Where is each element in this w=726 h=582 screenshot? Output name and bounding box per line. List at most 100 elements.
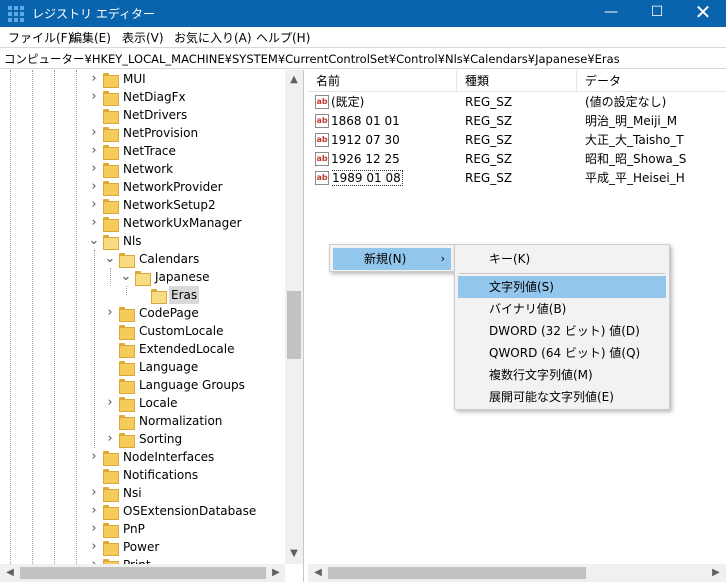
- value-row[interactable]: ab 1926 12 25 REG_SZ 昭和_昭_Showa_S: [308, 150, 726, 169]
- value-row[interactable]: ab 1989 01 08 REG_SZ 平成_平_Heisei_H: [308, 169, 726, 188]
- tree-item[interactable]: › PnP: [0, 520, 284, 538]
- tree-item-label: Nls: [123, 234, 142, 248]
- tree-item[interactable]: ⌄ Nls: [0, 232, 284, 250]
- tree-item[interactable]: ⌄ Japanese: [0, 268, 284, 286]
- tree-horizontal-scroll-thumb[interactable]: [20, 567, 266, 579]
- tree-item[interactable]: Normalization: [0, 412, 284, 430]
- submenu-item[interactable]: キー(K): [458, 248, 666, 270]
- value-row[interactable]: ab (既定) REG_SZ (値の設定なし): [308, 93, 726, 112]
- tree-collapsed-chevron-icon[interactable]: ›: [88, 143, 100, 159]
- tree-item-label: Power: [123, 540, 160, 554]
- tree-item-label: ExtendedLocale: [139, 342, 235, 356]
- tree-item-label: NetworkSetup2: [123, 198, 216, 212]
- menu-help[interactable]: ヘルプ(H): [256, 29, 310, 46]
- maximize-button[interactable]: ☐: [634, 0, 680, 27]
- tree-item[interactable]: ⌄ Calendars: [0, 250, 284, 268]
- tree-collapsed-chevron-icon[interactable]: ›: [88, 449, 100, 465]
- tree-item[interactable]: Language Groups: [0, 376, 284, 394]
- tree-item[interactable]: Language: [0, 358, 284, 376]
- registry-tree-pane[interactable]: › MUI › NetDiagFx NetDrivers › NetProvision › Ne…: [0, 70, 304, 582]
- tree-item[interactable]: Eras: [0, 286, 284, 304]
- submenu-item[interactable]: 複数行文字列値(M): [458, 364, 666, 386]
- tree-item[interactable]: › NetDiagFx: [0, 88, 284, 106]
- tree-collapsed-chevron-icon[interactable]: ›: [88, 197, 100, 213]
- menu-view[interactable]: 表示(V): [122, 29, 164, 46]
- scroll-left-arrow-icon[interactable]: ◀: [310, 564, 326, 582]
- tree-collapsed-chevron-icon[interactable]: ›: [88, 215, 100, 231]
- tree-collapsed-chevron-icon[interactable]: ›: [88, 71, 100, 87]
- address-path[interactable]: コンピューター¥HKEY_LOCAL_MACHINE¥SYSTEM¥Curren…: [4, 51, 620, 67]
- tree-item-label: NetworkUxManager: [123, 216, 242, 230]
- tree-expanded-chevron-icon[interactable]: ⌄: [88, 233, 100, 249]
- submenu-item[interactable]: DWORD (32 ビット) 値(D): [458, 320, 666, 342]
- scroll-right-arrow-icon[interactable]: ▶: [708, 564, 724, 582]
- column-header-name[interactable]: 名前: [308, 70, 457, 92]
- tree-collapsed-chevron-icon[interactable]: ›: [104, 395, 116, 411]
- tree-item[interactable]: › Sorting: [0, 430, 284, 448]
- tree-expanded-chevron-icon[interactable]: ⌄: [104, 251, 116, 267]
- scroll-down-arrow-icon[interactable]: ▼: [285, 546, 303, 562]
- value-type: REG_SZ: [465, 152, 513, 166]
- submenu-item[interactable]: QWORD (64 ビット) 値(Q): [458, 342, 666, 364]
- tree-item[interactable]: › NetTrace: [0, 142, 284, 160]
- tree-horizontal-scrollbar[interactable]: ◀ ▶: [0, 564, 285, 582]
- submenu-item[interactable]: 展開可能な文字列値(E): [458, 386, 666, 408]
- tree-vertical-scrollbar[interactable]: ▲ ▼: [285, 70, 303, 564]
- tree-collapsed-chevron-icon[interactable]: ›: [88, 89, 100, 105]
- value-name-text: 1912 07 30: [331, 133, 400, 147]
- tree-collapsed-chevron-icon[interactable]: ›: [104, 431, 116, 447]
- tree-collapsed-chevron-icon[interactable]: ›: [88, 179, 100, 195]
- scroll-up-arrow-icon[interactable]: ▲: [285, 72, 303, 88]
- menu-file[interactable]: ファイル(F): [8, 29, 72, 46]
- window-title: レジストリ エディター: [32, 7, 155, 21]
- tree-item[interactable]: CustomLocale: [0, 322, 284, 340]
- column-header-type[interactable]: 種類: [457, 70, 577, 92]
- scroll-left-arrow-icon[interactable]: ◀: [2, 564, 18, 582]
- submenu-item[interactable]: バイナリ値(B): [458, 298, 666, 320]
- tree-item[interactable]: ExtendedLocale: [0, 340, 284, 358]
- context-menu-new[interactable]: 新規(N) ›: [333, 248, 451, 270]
- tree-guide-line: [126, 286, 127, 295]
- string-value-icon: ab: [315, 133, 329, 147]
- tree-collapsed-chevron-icon[interactable]: ›: [88, 503, 100, 519]
- tree-vertical-scroll-thumb[interactable]: [287, 291, 301, 359]
- tree-expanded-chevron-icon[interactable]: ⌄: [120, 269, 132, 285]
- tree-item[interactable]: › NetProvision: [0, 124, 284, 142]
- tree-item-label: CodePage: [139, 306, 199, 320]
- tree-item[interactable]: › NetworkUxManager: [0, 214, 284, 232]
- tree-collapsed-chevron-icon[interactable]: ›: [88, 539, 100, 555]
- scroll-right-arrow-icon[interactable]: ▶: [268, 564, 284, 582]
- column-header-data[interactable]: データ: [577, 70, 726, 92]
- list-horizontal-scrollbar[interactable]: ◀ ▶: [308, 564, 726, 582]
- tree-item[interactable]: Notifications: [0, 466, 284, 484]
- tree-item[interactable]: › OSExtensionDatabase: [0, 502, 284, 520]
- tree-collapsed-chevron-icon[interactable]: ›: [88, 521, 100, 537]
- tree-item[interactable]: NetDrivers: [0, 106, 284, 124]
- menu-edit[interactable]: 編集(E): [70, 29, 111, 46]
- tree-item[interactable]: › NetworkProvider: [0, 178, 284, 196]
- submenu-item-label: 文字列値(S): [489, 280, 554, 294]
- tree-item[interactable]: › CodePage: [0, 304, 284, 322]
- tree-item[interactable]: › Network: [0, 160, 284, 178]
- tree-item[interactable]: › MUI: [0, 70, 284, 88]
- value-row[interactable]: ab 1912 07 30 REG_SZ 大正_大_Taisho_T: [308, 131, 726, 150]
- title-bar[interactable]: レジストリ エディター — ☐ ✕: [0, 0, 726, 27]
- tree-collapsed-chevron-icon[interactable]: ›: [104, 305, 116, 321]
- close-button[interactable]: ✕: [680, 0, 726, 27]
- list-horizontal-scroll-thumb[interactable]: [328, 567, 586, 579]
- registry-editor-app-icon: [8, 6, 24, 22]
- tree-item[interactable]: › NetworkSetup2: [0, 196, 284, 214]
- folder-icon: [103, 469, 119, 484]
- tree-collapsed-chevron-icon[interactable]: ›: [88, 125, 100, 141]
- tree-item[interactable]: › Power: [0, 538, 284, 556]
- value-row[interactable]: ab 1868 01 01 REG_SZ 明治_明_Meiji_M: [308, 112, 726, 131]
- menu-favorites[interactable]: お気に入り(A): [174, 29, 252, 46]
- minimize-button[interactable]: —: [588, 0, 634, 27]
- tree-item[interactable]: › Locale: [0, 394, 284, 412]
- submenu-item[interactable]: 文字列値(S): [458, 276, 666, 298]
- tree-collapsed-chevron-icon[interactable]: ›: [88, 485, 100, 501]
- address-bar[interactable]: コンピューター¥HKEY_LOCAL_MACHINE¥SYSTEM¥Curren…: [0, 47, 726, 69]
- tree-collapsed-chevron-icon[interactable]: ›: [88, 161, 100, 177]
- tree-item[interactable]: › Nsi: [0, 484, 284, 502]
- tree-item[interactable]: › NodeInterfaces: [0, 448, 284, 466]
